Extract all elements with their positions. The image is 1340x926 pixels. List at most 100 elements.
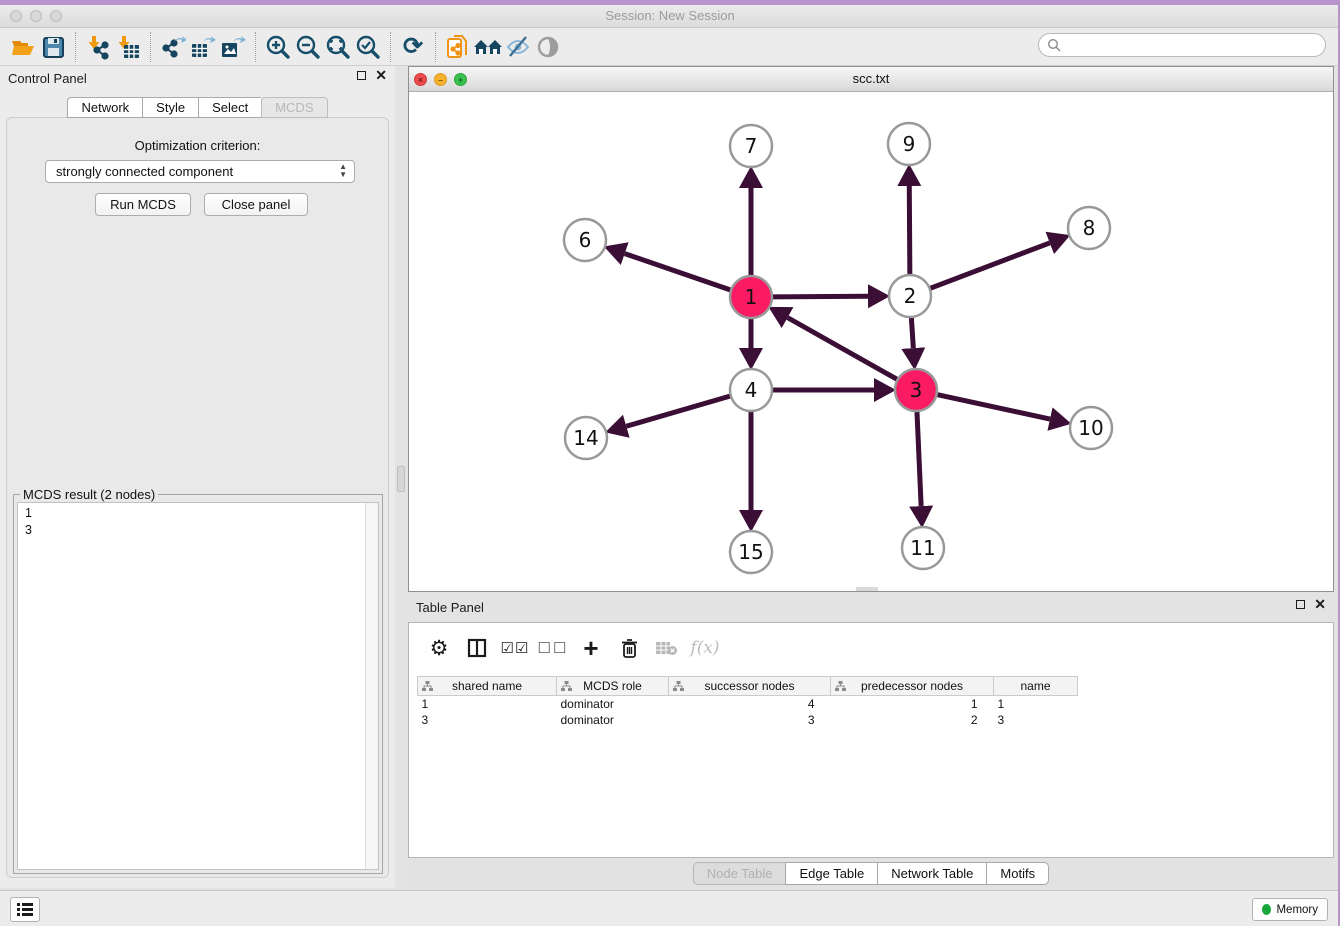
- search-input[interactable]: [1066, 38, 1325, 52]
- table-row[interactable]: 3dominator 32 3: [418, 712, 1078, 728]
- hide-graphics-icon[interactable]: [503, 32, 533, 62]
- edge-2-8[interactable]: [931, 243, 1050, 288]
- panel-splitter-handle[interactable]: [397, 466, 405, 492]
- memory-status-icon: [1262, 904, 1271, 915]
- close-panel-icon[interactable]: ✕: [375, 71, 387, 80]
- close-panel-icon[interactable]: ✕: [1314, 600, 1326, 609]
- edge-3-11[interactable]: [917, 412, 921, 506]
- edge-4-14[interactable]: [626, 396, 730, 426]
- float-panel-icon[interactable]: [357, 71, 366, 80]
- result-line: 1: [25, 505, 378, 522]
- home-layout-icon[interactable]: [473, 32, 503, 62]
- delete-column-trash-icon[interactable]: [617, 636, 641, 660]
- column-header-name[interactable]: name: [994, 677, 1078, 696]
- refresh-view-icon[interactable]: ⟳: [398, 32, 428, 62]
- column-header-successor-nodes[interactable]: successor nodes: [669, 677, 831, 696]
- main-titlebar: Session: New Session: [0, 5, 1340, 28]
- show-graphics-icon[interactable]: [533, 32, 563, 62]
- application-window: Session: New Session: [0, 0, 1340, 926]
- tab-edge-table[interactable]: Edge Table: [785, 862, 877, 885]
- node-label-7: 7: [745, 134, 758, 158]
- tab-node-table[interactable]: Node Table: [693, 862, 786, 885]
- table-panel-title: Table Panel: [416, 600, 484, 615]
- search-field[interactable]: [1038, 33, 1326, 57]
- toolbar-separator: [390, 32, 391, 62]
- unselect-all-columns-icon[interactable]: ☐☐: [541, 636, 565, 660]
- control-panel-title: Control Panel: [8, 71, 87, 86]
- network-window-titlebar[interactable]: × – + scc.txt: [409, 67, 1333, 92]
- table-settings-gear-icon[interactable]: ⚙: [427, 636, 451, 660]
- search-icon: [1047, 38, 1061, 52]
- edge-1-2[interactable]: [773, 296, 868, 297]
- column-header-shared-name[interactable]: shared name: [418, 677, 557, 696]
- tab-select[interactable]: Select: [198, 97, 261, 118]
- toolbar-separator: [255, 32, 256, 62]
- toolbar-separator: [435, 32, 436, 62]
- mcds-result-title: MCDS result (2 nodes): [20, 487, 158, 502]
- network-view-window: × – + scc.txt 7968124314101511: [408, 66, 1334, 592]
- mcds-result-textarea[interactable]: 1 3: [17, 502, 379, 870]
- export-table-icon[interactable]: [188, 32, 218, 62]
- column-header-predecessor-nodes[interactable]: predecessor nodes: [831, 677, 994, 696]
- control-panel: Control Panel ✕ Network Style Select MCD…: [0, 66, 395, 888]
- create-column-icon[interactable]: +: [579, 636, 603, 660]
- tab-motifs[interactable]: Motifs: [986, 862, 1049, 885]
- list-icon: [17, 903, 33, 916]
- main-toolbar: ⟳: [0, 28, 1340, 66]
- node-label-8: 8: [1083, 216, 1096, 240]
- network-hscrollbar[interactable]: [856, 587, 878, 591]
- edge-1-6[interactable]: [625, 254, 730, 290]
- node-label-14: 14: [573, 426, 598, 450]
- node-label-15: 15: [738, 540, 763, 564]
- zoom-out-icon[interactable]: [293, 32, 323, 62]
- result-scrollbar[interactable]: [365, 503, 378, 869]
- zoom-fit-icon[interactable]: [323, 32, 353, 62]
- export-image-icon[interactable]: [218, 32, 248, 62]
- toolbar-separator: [150, 32, 151, 62]
- node-label-3: 3: [910, 378, 923, 402]
- import-network-icon[interactable]: [83, 32, 113, 62]
- close-panel-button[interactable]: Close panel: [204, 193, 308, 216]
- open-file-icon[interactable]: [8, 32, 38, 62]
- edge-3-1[interactable]: [788, 318, 897, 380]
- control-panel-tabs: Network Style Select MCDS: [0, 97, 395, 118]
- network-graph: 7968124314101511: [409, 92, 1333, 591]
- export-network-icon[interactable]: [158, 32, 188, 62]
- column-header-mcds-role[interactable]: MCDS role: [557, 677, 669, 696]
- tab-mcds[interactable]: MCDS: [261, 97, 327, 118]
- memory-label: Memory: [1276, 904, 1318, 916]
- node-table-body: ⚙ ☑☑ ☐☐ + f(x): [408, 622, 1334, 858]
- zoom-selected-icon[interactable]: [353, 32, 383, 62]
- show-columns-icon[interactable]: [465, 636, 489, 660]
- tab-network-table[interactable]: Network Table: [877, 862, 986, 885]
- edge-2-3[interactable]: [911, 318, 913, 348]
- edge-3-10[interactable]: [937, 395, 1049, 419]
- zoom-in-icon[interactable]: [263, 32, 293, 62]
- edge-2-9[interactable]: [909, 186, 910, 274]
- show-task-history-button[interactable]: [10, 897, 40, 922]
- table-row[interactable]: 1dominator 41 1: [418, 696, 1078, 712]
- run-mcds-button[interactable]: Run MCDS: [95, 193, 191, 216]
- network-window-title: scc.txt: [409, 71, 1333, 86]
- status-bar: Memory: [0, 890, 1340, 926]
- control-panel-titlebar: Control Panel ✕: [0, 66, 395, 92]
- mcds-panel: Optimization criterion: strongly connect…: [6, 117, 389, 878]
- node-label-4: 4: [745, 378, 758, 402]
- network-canvas[interactable]: 7968124314101511: [409, 92, 1333, 591]
- import-table-icon[interactable]: [113, 32, 143, 62]
- optimization-criterion-label: Optimization criterion:: [7, 138, 388, 153]
- select-all-columns-icon[interactable]: ☑☑: [503, 636, 527, 660]
- toolbar-separator: [75, 32, 76, 62]
- tab-style[interactable]: Style: [142, 97, 198, 118]
- float-panel-icon[interactable]: [1296, 600, 1305, 609]
- dropdown-stepper-icon: ▲▼: [339, 163, 347, 179]
- criterion-dropdown[interactable]: strongly connected component ▲▼: [45, 160, 355, 183]
- function-builder-icon: f(x): [693, 636, 717, 660]
- node-label-10: 10: [1078, 416, 1103, 440]
- mcds-result-group: MCDS result (2 nodes) 1 3: [13, 494, 383, 874]
- table-header-row: shared name MCDS role successor nodes pr…: [418, 677, 1078, 696]
- memory-button[interactable]: Memory: [1252, 898, 1328, 921]
- tab-network[interactable]: Network: [67, 97, 142, 118]
- save-session-icon[interactable]: [38, 32, 68, 62]
- clone-network-icon[interactable]: [443, 32, 473, 62]
